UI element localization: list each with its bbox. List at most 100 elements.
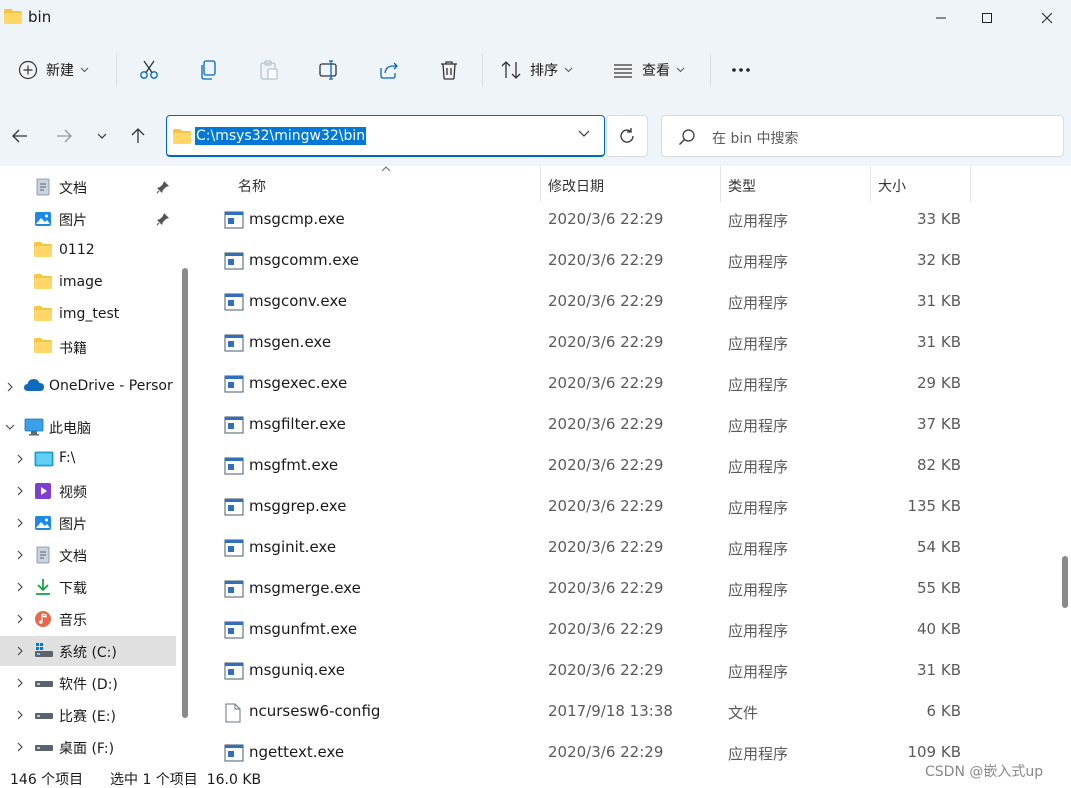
column-header-size[interactable]: 大小 [878, 176, 906, 196]
file-type: 应用程序 [728, 253, 789, 271]
column-header-type[interactable]: 类型 [728, 176, 756, 196]
back-button[interactable] [8, 124, 32, 148]
sidebar-item-label: 比赛 (E:) [59, 709, 116, 725]
search-input[interactable]: 在 bin 中搜索 [712, 128, 799, 148]
sidebar-item[interactable]: 图片 [0, 508, 176, 538]
file-name: msgunfmt.exe [249, 620, 358, 638]
onedrive-icon [24, 378, 44, 396]
sidebar-item[interactable]: img_test [0, 300, 176, 330]
sidebar-item[interactable]: 比赛 (E:) [0, 700, 176, 730]
chevron-down-icon[interactable] [4, 420, 16, 434]
file-row[interactable]: msgconv.exe 2020/3/6 22:29 应用程序 31 KB [196, 285, 1056, 326]
sidebar-item[interactable]: 桌面 (F:) [0, 732, 176, 762]
sidebar-item[interactable]: OneDrive - Persor [0, 372, 176, 402]
sidebar-item[interactable]: 下载 [0, 572, 176, 602]
column-divider[interactable] [540, 166, 541, 202]
sidebar-item[interactable]: 0112 [0, 236, 176, 266]
chevron-right-icon[interactable] [14, 740, 26, 754]
close-button[interactable] [1024, 0, 1070, 36]
maximize-button[interactable] [964, 0, 1010, 36]
navigation-pane: 文档 图片 0112 image img_test 书籍 OneDrive - Persor… [0, 166, 190, 764]
delete-button[interactable] [438, 50, 460, 90]
exe-icon [224, 252, 244, 270]
sidebar-item[interactable]: 视频 [0, 476, 176, 506]
sidebar-item[interactable]: 软件 (D:) [0, 668, 176, 698]
chevron-right-icon[interactable] [14, 484, 26, 498]
chevron-down-icon[interactable] [578, 130, 590, 138]
sort-ascending-icon [381, 166, 391, 172]
file-list-scrollbar[interactable] [1062, 556, 1068, 608]
computer-icon [24, 418, 44, 436]
minimize-button[interactable] [918, 0, 964, 36]
exe-icon [224, 580, 244, 598]
file-row[interactable]: msginit.exe 2020/3/6 22:29 应用程序 54 KB [196, 531, 1056, 572]
view-button[interactable]: 查看 [612, 50, 685, 90]
sidebar-item[interactable]: 系统 (C:) [0, 636, 176, 666]
file-row[interactable]: msgen.exe 2020/3/6 22:29 应用程序 31 KB [196, 326, 1056, 367]
file-row[interactable]: msgfilter.exe 2020/3/6 22:29 应用程序 37 KB [196, 408, 1056, 449]
file-row[interactable]: msggrep.exe 2020/3/6 22:29 应用程序 135 KB [196, 490, 1056, 531]
up-button[interactable] [126, 124, 150, 148]
sidebar-item[interactable]: 音乐 [0, 604, 176, 634]
new-button[interactable]: 新建 [18, 50, 89, 90]
column-header-name[interactable]: 名称 [238, 176, 266, 196]
paste-button[interactable] [258, 50, 280, 90]
file-row[interactable]: msguniq.exe 2020/3/6 22:29 应用程序 31 KB [196, 654, 1056, 695]
file-modified-date: 2020/3/6 22:29 [548, 579, 664, 597]
sidebar-item[interactable]: 文档 [0, 540, 176, 570]
cut-button[interactable] [138, 50, 160, 90]
chevron-right-icon[interactable] [14, 452, 26, 466]
chevron-right-icon[interactable] [14, 644, 26, 658]
title-bar: bin [0, 0, 1071, 36]
exe-icon [224, 744, 244, 762]
file-row[interactable]: msgcmp.exe 2020/3/6 22:29 应用程序 33 KB [196, 203, 1056, 244]
file-row[interactable]: msgmerge.exe 2020/3/6 22:29 应用程序 55 KB [196, 572, 1056, 613]
sort-button[interactable]: 排序 [500, 50, 573, 90]
chevron-right-icon[interactable] [4, 380, 16, 394]
column-divider[interactable] [870, 166, 871, 202]
sidebar-item[interactable]: image [0, 268, 176, 298]
recent-locations-button[interactable] [90, 124, 114, 148]
chevron-right-icon[interactable] [14, 676, 26, 690]
copy-button[interactable] [198, 50, 220, 90]
address-path[interactable]: C:\msys32\mingw32\bin [195, 127, 367, 145]
column-divider[interactable] [720, 166, 721, 202]
pictures-icon [34, 514, 52, 532]
file-row[interactable]: msgfmt.exe 2020/3/6 22:29 应用程序 82 KB [196, 449, 1056, 490]
share-button[interactable] [378, 50, 400, 90]
file-size: 29 KB [917, 374, 961, 392]
chevron-right-icon[interactable] [14, 580, 26, 594]
refresh-button[interactable] [606, 115, 648, 157]
sidebar-item[interactable]: 图片 [0, 204, 176, 234]
address-bar[interactable]: C:\msys32\mingw32\bin [166, 115, 605, 157]
sidebar-item[interactable]: 书籍 [0, 332, 176, 362]
file-row[interactable]: ngettext.exe 2020/3/6 22:29 应用程序 109 KB [196, 736, 1056, 764]
file-row[interactable]: msgexec.exe 2020/3/6 22:29 应用程序 29 KB [196, 367, 1056, 408]
file-row[interactable]: ncursesw6-config 2017/9/18 13:38 文件 6 KB [196, 695, 1056, 736]
rename-button[interactable] [318, 50, 340, 90]
file-name: msgexec.exe [249, 374, 348, 392]
file-row[interactable]: msgcomm.exe 2020/3/6 22:29 应用程序 32 KB [196, 244, 1056, 285]
chevron-right-icon[interactable] [14, 612, 26, 626]
sidebar-item[interactable]: F:\ [0, 444, 176, 474]
drive-f-icon [34, 450, 54, 468]
more-options-button[interactable] [730, 50, 752, 90]
search-box[interactable]: 在 bin 中搜索 [661, 115, 1064, 157]
chevron-right-icon[interactable] [14, 708, 26, 722]
chevron-right-icon[interactable] [14, 516, 26, 530]
sidebar-item[interactable]: 此电脑 [0, 412, 176, 442]
file-row[interactable]: msgunfmt.exe 2020/3/6 22:29 应用程序 40 KB [196, 613, 1056, 654]
sidebar-item[interactable]: 文档 [0, 172, 176, 202]
column-divider[interactable] [970, 166, 971, 202]
column-header-date[interactable]: 修改日期 [548, 176, 604, 196]
refresh-icon [620, 128, 634, 143]
chevron-right-icon[interactable] [14, 548, 26, 562]
navigation-bar: C:\msys32\mingw32\bin 在 bin 中搜索 [0, 104, 1071, 166]
exe-icon [224, 621, 244, 639]
chevron-down-icon [676, 67, 685, 73]
view-button-label: 查看 [642, 63, 670, 79]
file-name: msgen.exe [249, 333, 332, 351]
sidebar-scrollbar[interactable] [182, 268, 188, 718]
forward-button[interactable] [52, 124, 76, 148]
file-size: 54 KB [917, 538, 961, 556]
